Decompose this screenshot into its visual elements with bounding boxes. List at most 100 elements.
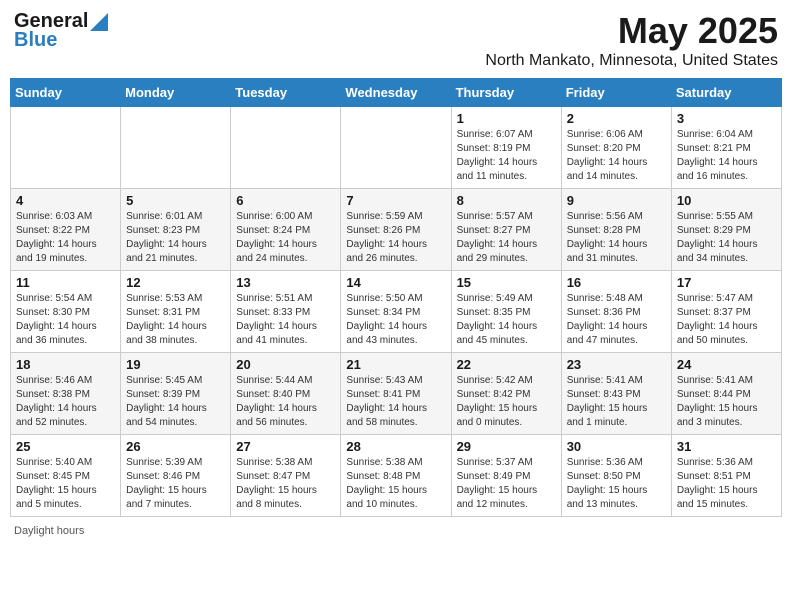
day-info: Sunrise: 5:42 AMSunset: 8:42 PMDaylight:…: [457, 374, 556, 430]
location: North Mankato, Minnesota, United States: [485, 52, 778, 70]
day-number: 23: [567, 357, 666, 372]
title-block: May 2025 North Mankato, Minnesota, Unite…: [485, 10, 778, 70]
day-info: Sunrise: 5:41 AMSunset: 8:43 PMDaylight:…: [567, 374, 666, 430]
day-number: 8: [457, 193, 556, 208]
calendar-table: SundayMondayTuesdayWednesdayThursdayFrid…: [10, 78, 782, 517]
calendar-cell: 12 Sunrise: 5:53 AMSunset: 8:31 PMDayligh…: [121, 271, 231, 353]
day-number: 16: [567, 275, 666, 290]
calendar-cell: 7Sunrise: 5:59 AMSunset: 8:26 PMDaylight…: [341, 189, 451, 271]
day-number: 14: [346, 275, 445, 290]
day-info: Sunrise: 6:00 AMSunset: 8:24 PMDaylight:…: [236, 210, 335, 266]
calendar-week-5: 25 Sunrise: 5:40 AMSunset: 8:45 PMDayligh…: [11, 435, 782, 517]
calendar-header-row: SundayMondayTuesdayWednesdayThursdayFrid…: [11, 79, 782, 107]
calendar-cell: 16 Sunrise: 5:48 AMSunset: 8:36 PMDayligh…: [561, 271, 671, 353]
calendar-cell: 15 Sunrise: 5:49 AMSunset: 8:35 PMDayligh…: [451, 271, 561, 353]
day-number: 9: [567, 193, 666, 208]
day-info: Sunrise: 5:55 AMSunset: 8:29 PMDaylight:…: [677, 210, 776, 266]
day-info: Sunrise: 5:54 AMSunset: 8:30 PMDaylight:…: [16, 292, 115, 348]
calendar-cell: 27Sunrise: 5:38 AMSunset: 8:47 PMDayligh…: [231, 435, 341, 517]
day-info: Sunrise: 5:57 AMSunset: 8:27 PMDaylight:…: [457, 210, 556, 266]
calendar-cell: 17 Sunrise: 5:47 AMSunset: 8:37 PMDayligh…: [671, 271, 781, 353]
weekday-header-friday: Friday: [561, 79, 671, 107]
calendar-cell: 4Sunrise: 6:03 AMSunset: 8:22 PMDaylight…: [11, 189, 121, 271]
day-number: 17: [677, 275, 776, 290]
day-info: Sunrise: 5:48 AMSunset: 8:36 PMDaylight:…: [567, 292, 666, 348]
calendar-cell: 2Sunrise: 6:06 AMSunset: 8:20 PMDaylight…: [561, 107, 671, 189]
weekday-header-thursday: Thursday: [451, 79, 561, 107]
logo-triangle-icon: [90, 13, 108, 31]
calendar-cell: 30Sunrise: 5:36 AMSunset: 8:50 PMDayligh…: [561, 435, 671, 517]
day-info: Sunrise: 5:51 AMSunset: 8:33 PMDaylight:…: [236, 292, 335, 348]
calendar-cell: 21 Sunrise: 5:43 AMSunset: 8:41 PMDayligh…: [341, 353, 451, 435]
day-info: Sunrise: 5:50 AMSunset: 8:34 PMDaylight:…: [346, 292, 445, 348]
calendar-week-3: 11 Sunrise: 5:54 AMSunset: 8:30 PMDayligh…: [11, 271, 782, 353]
calendar-cell: 5 Sunrise: 6:01 AMSunset: 8:23 PMDaylight…: [121, 189, 231, 271]
day-number: 30: [567, 439, 666, 454]
day-info: Sunrise: 5:37 AMSunset: 8:49 PMDaylight:…: [457, 456, 556, 512]
day-info: Sunrise: 5:43 AMSunset: 8:41 PMDaylight:…: [346, 374, 445, 430]
calendar-cell: 20 Sunrise: 5:44 AMSunset: 8:40 PMDayligh…: [231, 353, 341, 435]
calendar-cell: 11 Sunrise: 5:54 AMSunset: 8:30 PMDayligh…: [11, 271, 121, 353]
footer-note: Daylight hours: [10, 525, 782, 537]
day-info: Sunrise: 5:45 AMSunset: 8:39 PMDaylight:…: [126, 374, 225, 430]
day-info: Sunrise: 5:46 AMSunset: 8:38 PMDaylight:…: [16, 374, 115, 430]
day-number: 29: [457, 439, 556, 454]
weekday-header-wednesday: Wednesday: [341, 79, 451, 107]
day-info: Sunrise: 6:04 AMSunset: 8:21 PMDaylight:…: [677, 128, 776, 184]
calendar-cell: 29 Sunrise: 5:37 AMSunset: 8:49 PMDayligh…: [451, 435, 561, 517]
day-number: 31: [677, 439, 776, 454]
day-info: Sunrise: 5:38 AMSunset: 8:48 PMDaylight:…: [346, 456, 445, 512]
calendar-cell: 8 Sunrise: 5:57 AMSunset: 8:27 PMDaylight…: [451, 189, 561, 271]
day-number: 24: [677, 357, 776, 372]
day-number: 21: [346, 357, 445, 372]
calendar-cell: [231, 107, 341, 189]
day-number: 10: [677, 193, 776, 208]
day-number: 6: [236, 193, 335, 208]
calendar-cell: 25 Sunrise: 5:40 AMSunset: 8:45 PMDayligh…: [11, 435, 121, 517]
day-info: Sunrise: 5:36 AMSunset: 8:51 PMDaylight:…: [677, 456, 776, 512]
day-info: Sunrise: 5:44 AMSunset: 8:40 PMDaylight:…: [236, 374, 335, 430]
day-number: 25: [16, 439, 115, 454]
day-info: Sunrise: 5:53 AMSunset: 8:31 PMDaylight:…: [126, 292, 225, 348]
day-number: 22: [457, 357, 556, 372]
calendar-cell: 14 Sunrise: 5:50 AMSunset: 8:34 PMDayligh…: [341, 271, 451, 353]
logo: General Blue: [14, 10, 108, 52]
day-number: 27: [236, 439, 335, 454]
calendar-week-1: 1Sunrise: 6:07 AMSunset: 8:19 PMDaylight…: [11, 107, 782, 189]
day-number: 28: [346, 439, 445, 454]
day-info: Sunrise: 5:41 AMSunset: 8:44 PMDaylight:…: [677, 374, 776, 430]
calendar-cell: 13 Sunrise: 5:51 AMSunset: 8:33 PMDayligh…: [231, 271, 341, 353]
calendar-cell: 31 Sunrise: 5:36 AMSunset: 8:51 PMDayligh…: [671, 435, 781, 517]
calendar-cell: 3 Sunrise: 6:04 AMSunset: 8:21 PMDaylight…: [671, 107, 781, 189]
day-number: 5: [126, 193, 225, 208]
day-number: 3: [677, 111, 776, 126]
page-header: General Blue May 2025 North Mankato, Min…: [10, 10, 782, 70]
day-number: 26: [126, 439, 225, 454]
calendar-cell: 6 Sunrise: 6:00 AMSunset: 8:24 PMDaylight…: [231, 189, 341, 271]
calendar-week-4: 18 Sunrise: 5:46 AMSunset: 8:38 PMDayligh…: [11, 353, 782, 435]
day-number: 7: [346, 193, 445, 208]
calendar-cell: 9Sunrise: 5:56 AMSunset: 8:28 PMDaylight…: [561, 189, 671, 271]
day-number: 13: [236, 275, 335, 290]
logo-blue: Blue: [14, 29, 57, 52]
day-number: 11: [16, 275, 115, 290]
calendar-cell: 26Sunrise: 5:39 AMSunset: 8:46 PMDayligh…: [121, 435, 231, 517]
weekday-header-monday: Monday: [121, 79, 231, 107]
calendar-cell: [11, 107, 121, 189]
calendar-week-2: 4Sunrise: 6:03 AMSunset: 8:22 PMDaylight…: [11, 189, 782, 271]
day-info: Sunrise: 5:47 AMSunset: 8:37 PMDaylight:…: [677, 292, 776, 348]
weekday-header-tuesday: Tuesday: [231, 79, 341, 107]
calendar-cell: 23 Sunrise: 5:41 AMSunset: 8:43 PMDayligh…: [561, 353, 671, 435]
day-number: 18: [16, 357, 115, 372]
day-number: 15: [457, 275, 556, 290]
day-info: Sunrise: 5:49 AMSunset: 8:35 PMDaylight:…: [457, 292, 556, 348]
calendar-cell: 18 Sunrise: 5:46 AMSunset: 8:38 PMDayligh…: [11, 353, 121, 435]
month-title: May 2025: [485, 10, 778, 52]
day-info: Sunrise: 6:01 AMSunset: 8:23 PMDaylight:…: [126, 210, 225, 266]
day-info: Sunrise: 5:40 AMSunset: 8:45 PMDaylight:…: [16, 456, 115, 512]
day-number: 19: [126, 357, 225, 372]
calendar-cell: [341, 107, 451, 189]
day-number: 2: [567, 111, 666, 126]
day-number: 20: [236, 357, 335, 372]
day-number: 12: [126, 275, 225, 290]
